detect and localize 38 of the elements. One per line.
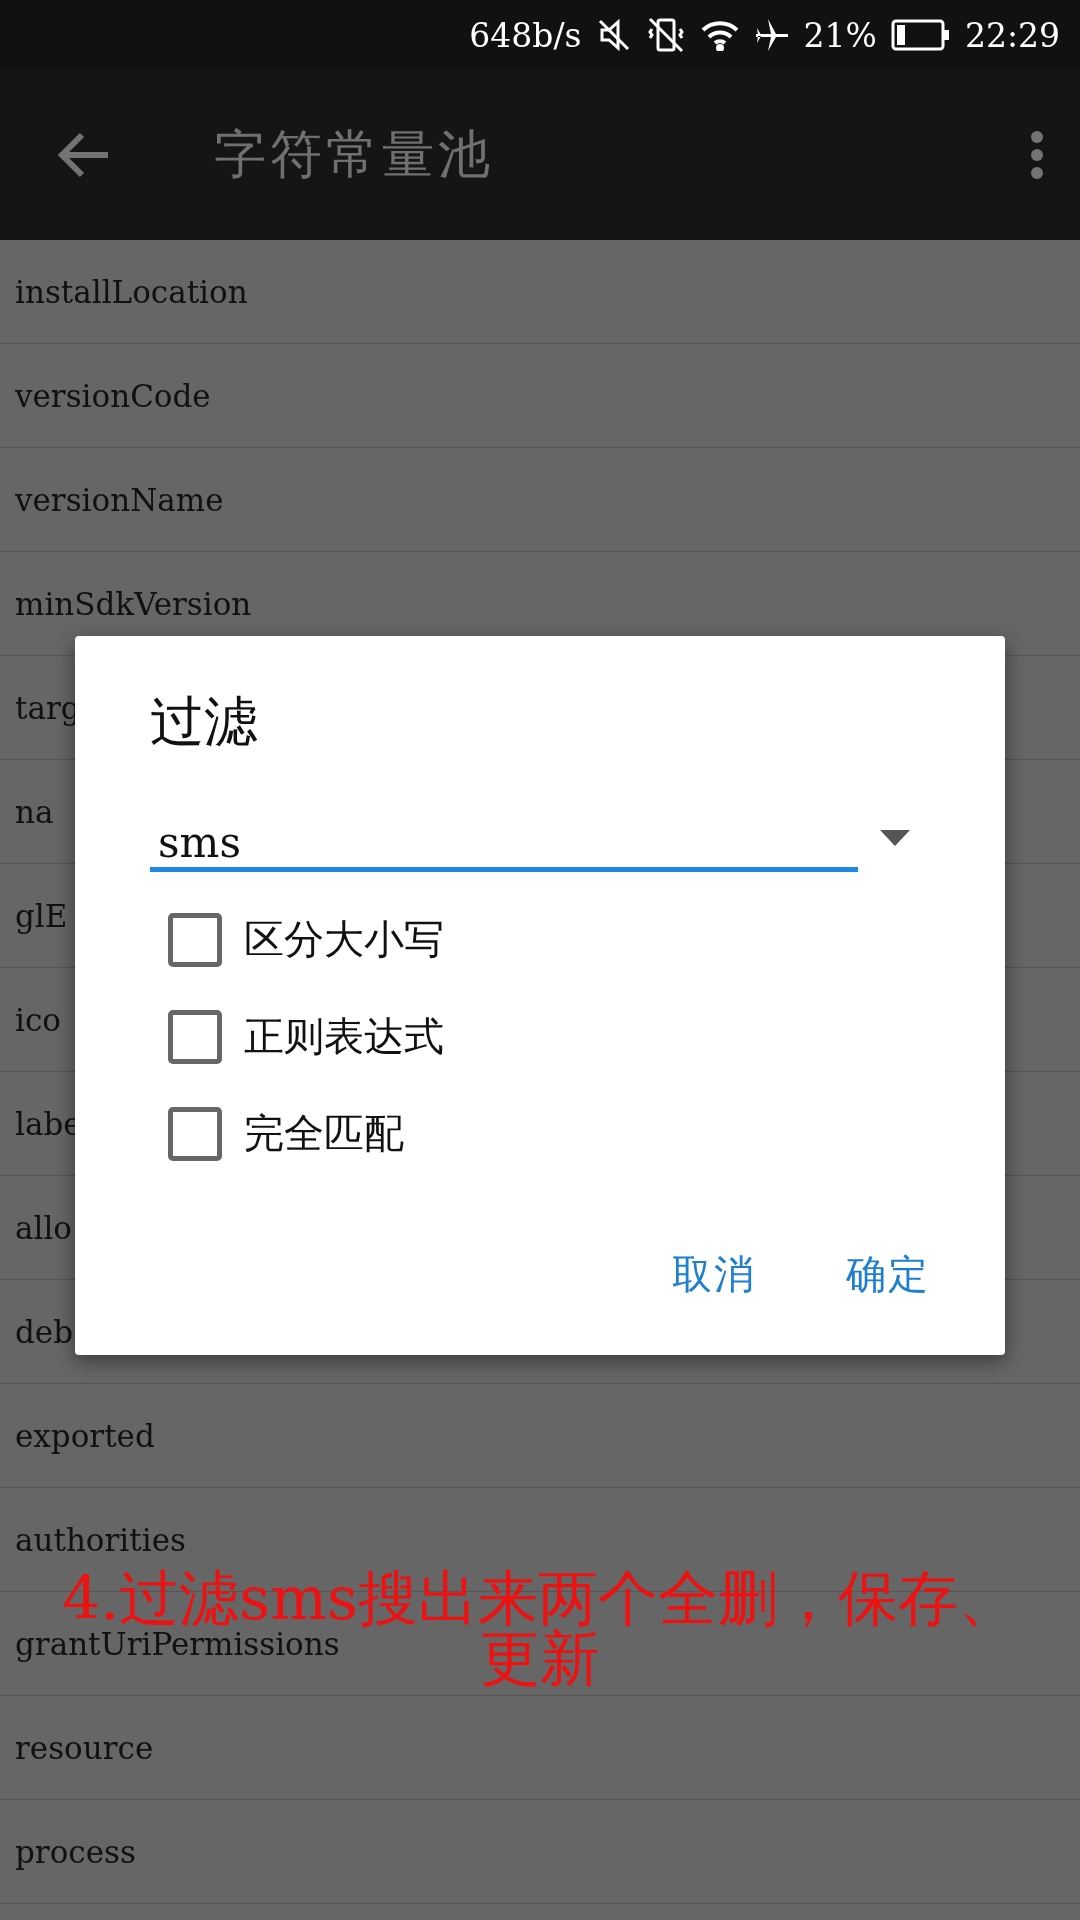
list-item[interactable]: exported xyxy=(15,1417,155,1454)
list-item[interactable]: grantUriPermissions xyxy=(15,1625,340,1662)
checkbox-label: 正则表达式 xyxy=(244,1012,444,1061)
annotation-text: 4.过滤sms搜出来两个全删，保存、 xyxy=(62,1568,1018,1628)
more-vert-icon xyxy=(1030,130,1044,180)
list-item[interactable]: versionCode xyxy=(15,377,211,414)
checkbox-label: 完全匹配 xyxy=(244,1109,404,1158)
list-item[interactable]: allo xyxy=(15,1209,72,1246)
list-item[interactable]: resource xyxy=(15,1729,154,1766)
wifi-icon xyxy=(699,19,740,51)
checkbox-label: 区分大小写 xyxy=(244,915,444,964)
filter-dropdown-field[interactable]: sms xyxy=(150,807,858,872)
list-item[interactable]: glE xyxy=(15,897,68,934)
checkbox[interactable] xyxy=(168,1106,222,1161)
checkbox[interactable] xyxy=(168,1009,222,1064)
list-item[interactable]: ico xyxy=(15,1001,61,1038)
battery-icon xyxy=(890,19,951,51)
battery-percentage: 21% xyxy=(803,15,877,55)
list-item[interactable]: process xyxy=(15,1833,136,1870)
back-button[interactable] xyxy=(56,131,110,179)
dropdown-caret-icon[interactable] xyxy=(880,830,910,846)
checkbox[interactable] xyxy=(168,912,222,967)
list-item[interactable]: authorities xyxy=(15,1521,186,1558)
dialog-title: 过滤 xyxy=(150,689,258,755)
list-item[interactable]: versionName xyxy=(15,481,224,518)
screen-title: 字符常量池 xyxy=(214,123,495,186)
annotation-text: 更新 xyxy=(480,1628,600,1688)
list-item[interactable]: deb xyxy=(15,1313,74,1350)
confirm-button[interactable]: 确定 xyxy=(846,1243,930,1306)
airplane-icon xyxy=(753,17,790,53)
back-arrow-icon xyxy=(56,131,110,179)
more-options-button[interactable] xyxy=(1030,130,1044,180)
cancel-button[interactable]: 取消 xyxy=(672,1243,756,1306)
list-item[interactable]: na xyxy=(15,793,54,830)
list-item[interactable]: minSdkVersion xyxy=(15,585,252,622)
clock: 22:29 xyxy=(964,15,1060,55)
list-item[interactable]: installLocation xyxy=(15,273,248,310)
network-speed: 648b/s xyxy=(469,15,582,55)
